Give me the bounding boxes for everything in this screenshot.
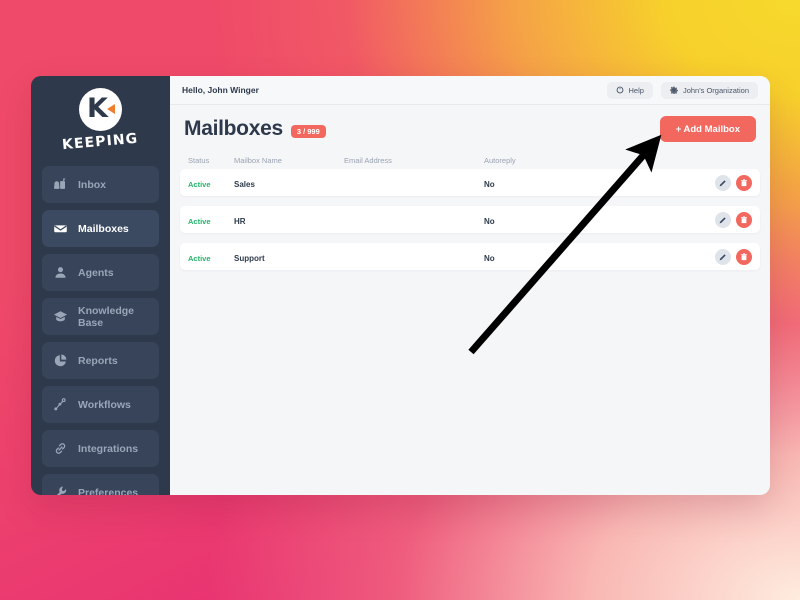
sidebar-nav: Inbox Mailboxes Agents Knowledge Base Re…	[31, 162, 170, 495]
sidebar-item-inbox[interactable]: Inbox	[42, 166, 159, 203]
add-mailbox-button[interactable]: + Add Mailbox	[659, 116, 756, 142]
wrench-icon	[53, 485, 68, 495]
delete-mailbox-button[interactable]	[736, 174, 752, 191]
graduation-cap-icon	[53, 309, 68, 324]
autoreply-value: No	[484, 253, 495, 263]
top-bar-actions: Help John's Organization	[606, 81, 758, 99]
mailboxes-table: Status Mailbox Name Email Address Autore…	[170, 151, 770, 495]
help-button[interactable]: Help	[606, 81, 653, 99]
status-badge: Active	[188, 216, 211, 226]
column-header-status: Status	[188, 155, 210, 165]
table-header-row: Status Mailbox Name Email Address Autore…	[180, 151, 760, 169]
sidebar-item-label: Mailboxes	[78, 222, 129, 235]
autoreply-value: No	[484, 179, 495, 189]
sidebar-item-label: Reports	[78, 354, 118, 367]
status-badge: Active	[188, 253, 211, 263]
page-title: Mailboxes	[184, 117, 283, 140]
sidebar: K KEEPING Inbox Mailboxes Agents Knowled…	[31, 76, 170, 495]
column-header-email: Email Address	[344, 155, 392, 165]
organization-button[interactable]: John's Organization	[660, 81, 758, 99]
app-window: K KEEPING Inbox Mailboxes Agents Knowled…	[31, 76, 770, 495]
table-row[interactable]: Active Sales No	[180, 169, 760, 196]
mailbox-icon	[53, 177, 68, 192]
sidebar-item-mailboxes[interactable]: Mailboxes	[42, 210, 159, 247]
edit-mailbox-button[interactable]	[715, 248, 731, 265]
status-badge: Active	[188, 179, 211, 189]
table-row[interactable]: Active Support No	[180, 243, 760, 270]
gear-icon	[669, 86, 678, 94]
mailbox-name: HR	[234, 216, 246, 226]
envelope-icon	[53, 221, 68, 236]
link-icon	[53, 441, 68, 456]
logo-letter: K	[87, 93, 108, 124]
trash-icon	[740, 178, 748, 187]
sidebar-item-label: Knowledge Base	[78, 304, 135, 329]
user-icon	[53, 265, 68, 280]
sidebar-item-preferences[interactable]: Preferences	[42, 474, 159, 495]
column-header-name: Mailbox Name	[234, 155, 282, 165]
pie-chart-icon	[53, 353, 68, 368]
pencil-icon	[719, 216, 727, 224]
edit-mailbox-button[interactable]	[715, 174, 731, 191]
sidebar-item-label: Workflows	[78, 398, 131, 411]
app-logo: K KEEPING	[31, 76, 170, 162]
column-header-autoreply: Autoreply	[484, 155, 516, 165]
sidebar-item-label: Integrations	[78, 442, 139, 455]
sidebar-item-workflows[interactable]: Workflows	[42, 386, 159, 423]
sidebar-item-integrations[interactable]: Integrations	[42, 430, 159, 467]
pencil-icon	[719, 179, 727, 187]
sidebar-item-reports[interactable]: Reports	[42, 342, 159, 379]
table-row[interactable]: Active HR No	[180, 206, 760, 233]
pencil-icon	[719, 253, 727, 261]
delete-mailbox-button[interactable]	[736, 211, 752, 228]
help-label: Help	[628, 85, 644, 95]
workflow-nodes-icon	[53, 397, 68, 412]
delete-mailbox-button[interactable]	[736, 248, 752, 265]
help-circle-icon	[616, 86, 624, 94]
logo-triangle-accent-icon	[107, 104, 115, 114]
logo-mark-icon: K	[79, 88, 122, 131]
sidebar-item-knowledge-base[interactable]: Knowledge Base	[42, 298, 159, 335]
greeting-text: Hello, John Winger	[182, 85, 259, 95]
sidebar-item-label: Agents	[78, 266, 114, 279]
trash-icon	[740, 252, 748, 261]
logo-wordmark: KEEPING	[61, 130, 140, 154]
mailbox-name: Sales	[234, 179, 255, 189]
trash-icon	[740, 215, 748, 224]
sidebar-item-label: Inbox	[78, 178, 106, 191]
top-bar: Hello, John Winger Help John's Organizat…	[170, 76, 770, 105]
sidebar-item-label: Preferences	[78, 486, 139, 496]
mailbox-name: Support	[234, 253, 265, 263]
page-header: Mailboxes 3 / 999 + Add Mailbox	[170, 105, 770, 151]
edit-mailbox-button[interactable]	[715, 211, 731, 228]
main-content: Hello, John Winger Help John's Organizat…	[170, 76, 770, 495]
sidebar-item-agents[interactable]: Agents	[42, 254, 159, 291]
organization-label: John's Organization	[682, 85, 749, 95]
autoreply-value: No	[484, 216, 495, 226]
mailbox-count-badge: 3 / 999	[290, 124, 326, 138]
